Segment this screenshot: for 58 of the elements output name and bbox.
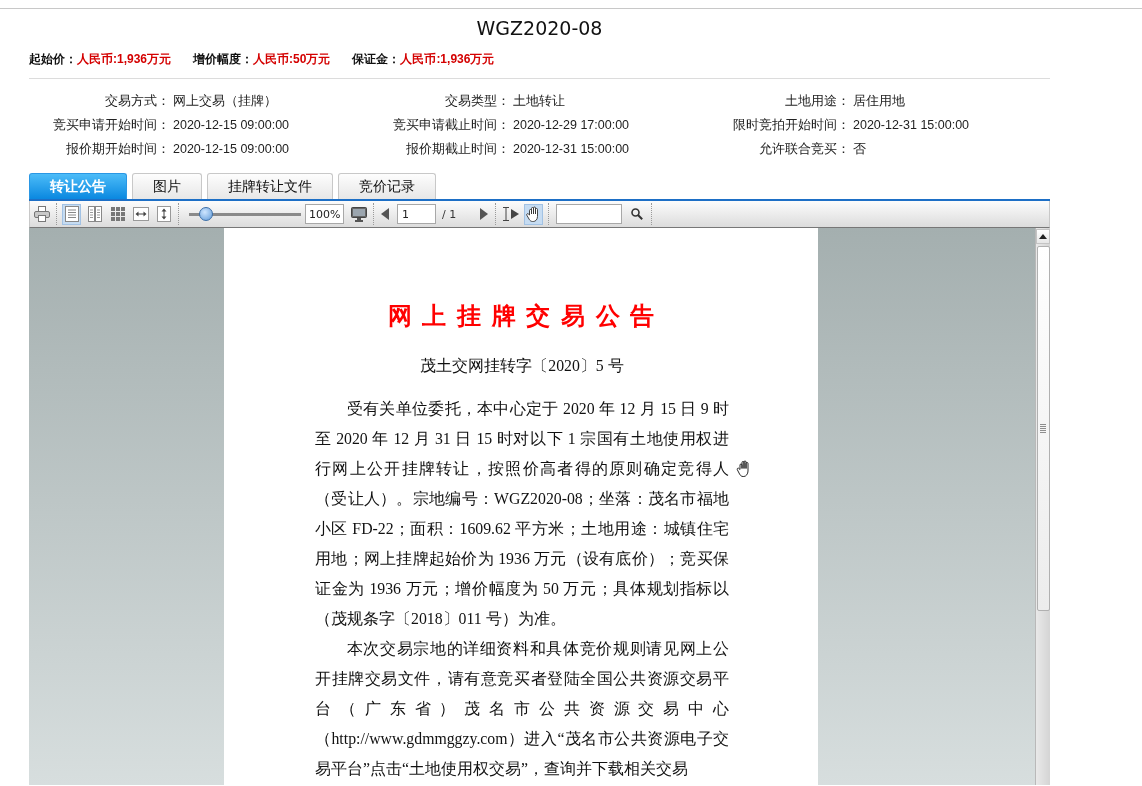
price-value: 人民币:50万元 — [253, 50, 331, 68]
body-paragraph: 受有关单位委托，本中心定于 2020 年 12 月 15 日 9 时至 2020 年 12 月 31 日 15 时对以下 1 宗国有土地使用权进行网上公开挂牌转让，按照价高者得的原则确定竞得人（受让人）。宗地编号：WGZ2020-08；坐落：茂名市福地小区 FD-22；面积：1609.62 平方米；土地用途：城镇住宅用地；网上挂牌起始价为 1936 万元（设有底价）；竞买保证金为 1936 万元；增价幅度为 50 万元；具体规划指标以（茂规条字〔2018〕011 号）为准。 — [315, 399, 729, 629]
single-page-button[interactable] — [62, 203, 81, 225]
hand-tool-button[interactable] — [524, 203, 544, 225]
page-title: WGZ2020-08 — [476, 16, 603, 41]
price-label: 起始价： — [29, 50, 77, 68]
fit-width-icon — [132, 207, 149, 221]
field-label: 竞买申请开始时间： — [52, 116, 170, 134]
print-icon — [33, 206, 50, 222]
single-page-icon — [64, 206, 79, 222]
field-label: 报价期截止时间： — [405, 140, 510, 158]
tab[interactable]: 图片 — [132, 173, 202, 199]
field-label: 交易方式： — [104, 92, 170, 110]
field-value: 2020-12-29 17:00:00 — [513, 118, 630, 132]
notice-title: 网 上 挂 牌 交 易 公 告 — [386, 301, 658, 331]
monitor-icon — [350, 206, 367, 222]
vertical-scrollbar[interactable] — [1035, 228, 1050, 785]
right-triangle-icon — [480, 208, 489, 220]
field-label: 土地用途： — [784, 92, 850, 110]
zoom-field[interactable]: 100% — [305, 204, 344, 224]
price-value: 人民币:1,936万元 — [400, 50, 495, 68]
scroll-up-button[interactable] — [1036, 229, 1050, 244]
field-label: 竞买申请截止时间： — [392, 116, 510, 134]
field-label: 限时竞拍开始时间： — [732, 116, 850, 134]
scrollbar-thumb[interactable] — [1036, 246, 1050, 611]
page-number-field[interactable]: 1 — [397, 204, 436, 224]
price-value: 人民币:1,936万元 — [77, 50, 172, 68]
field-value: 2020-12-15 09:00:00 — [173, 118, 290, 132]
field-value: 网上交易（挂牌） — [173, 92, 277, 110]
tab[interactable]: 竞价记录 — [338, 173, 436, 199]
two-page-icon — [87, 206, 102, 222]
thumbnail-grid-icon — [110, 207, 125, 221]
field-label: 报价期开始时间： — [65, 140, 170, 158]
left-triangle-icon — [381, 208, 389, 220]
field-value: 土地转让 — [513, 92, 565, 110]
zoom-slider-thumb[interactable] — [198, 207, 213, 221]
field-value: 2020-12-31 15:00:00 — [513, 142, 630, 156]
search-field[interactable] — [556, 204, 623, 224]
body-paragraph: 本次交易宗地的详细资料和具体竞价规则请见网上公开挂牌交易文件，请有意竞买者登陆全国公共资源交易平台（广东省）茂名市公共资源交易中心（http://www.gdmmggzy.com）进入“茂名市公共资源电子交易平台”点击“土地使用权交易”，查询并下载相关交易 — [315, 639, 729, 779]
price-label: 保证金： — [352, 50, 401, 68]
field-value: 居住用地 — [853, 92, 905, 110]
field-value: 否 — [853, 140, 866, 158]
text-cursor-icon — [502, 207, 520, 221]
two-page-button[interactable] — [85, 203, 104, 225]
document-number: 茂土交网挂转字〔2020〕5 号 — [419, 356, 625, 376]
search-icon — [630, 208, 643, 220]
print-button[interactable] — [32, 203, 51, 225]
price-label: 增价幅度： — [193, 50, 254, 68]
field-value: 2020-12-31 15:00:00 — [853, 118, 970, 132]
fit-height-icon — [156, 206, 171, 222]
field-value: 2020-12-15 09:00:00 — [173, 142, 290, 156]
field-label: 允许联合竞买： — [758, 140, 850, 158]
field-label: 交易类型： — [444, 92, 510, 110]
page-count: / 1 — [442, 207, 457, 221]
tab[interactable]: 挂牌转让文件 — [207, 173, 333, 199]
fit-height-button[interactable] — [154, 203, 173, 225]
up-triangle-icon — [1039, 234, 1047, 239]
hand-cursor-icon — [736, 460, 752, 477]
